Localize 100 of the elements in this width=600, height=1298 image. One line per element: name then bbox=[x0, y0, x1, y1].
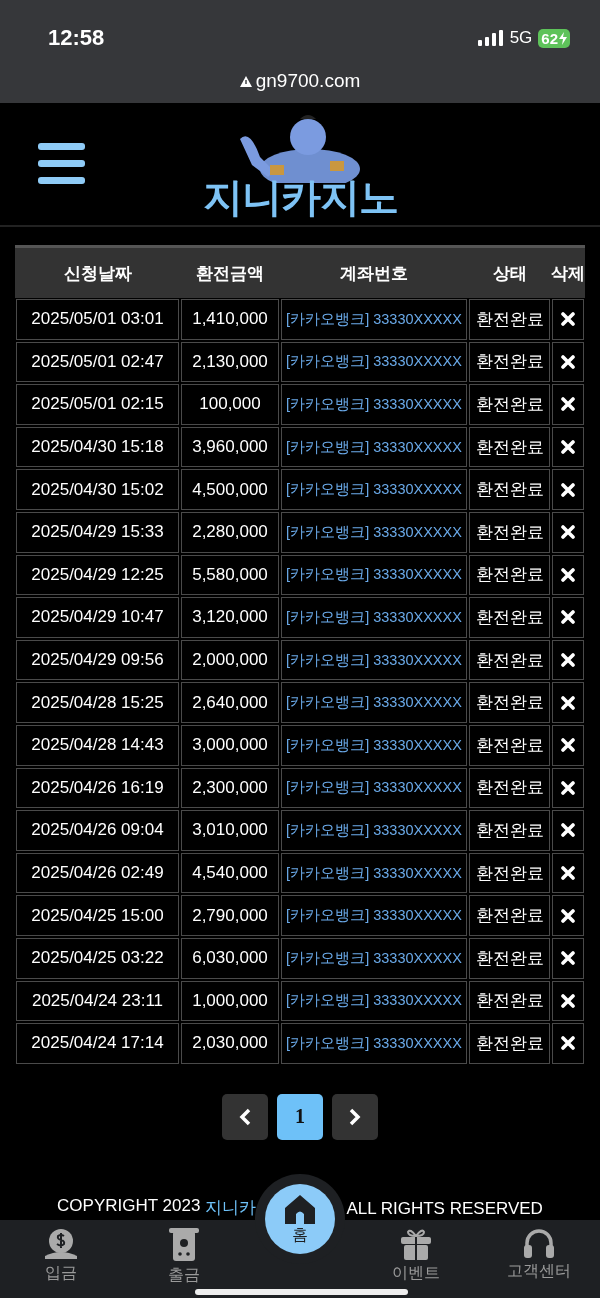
account-cell: [카카오뱅크] 33330XXXXX bbox=[281, 724, 467, 766]
atm-icon bbox=[168, 1228, 199, 1262]
status-cell: 환전완료 bbox=[469, 767, 550, 809]
date-cell: 2025/04/29 15:33 bbox=[16, 511, 179, 553]
date-cell: 2025/04/29 09:56 bbox=[16, 639, 179, 681]
status-cell: 환전완료 bbox=[469, 682, 550, 723]
nav-label: 출금 bbox=[167, 1265, 200, 1285]
account-cell: [카카오뱅크] 33330XXXXX bbox=[281, 384, 467, 425]
account-cell: [카카오뱅크] 33330XXXXX bbox=[281, 1023, 467, 1064]
amount-cell: 2,790,000 bbox=[181, 895, 279, 936]
account-cell: [카카오뱅크] 33330XXXXX bbox=[281, 980, 467, 1022]
status-cell: 환전완료 bbox=[469, 384, 550, 425]
delete-icon[interactable] bbox=[561, 951, 575, 966]
delete-icon[interactable] bbox=[561, 823, 575, 838]
url-text[interactable]: gn9700.com bbox=[255, 70, 361, 92]
delete-icon[interactable] bbox=[561, 525, 575, 540]
column-header: 삭제 bbox=[551, 262, 585, 285]
column-header: 신청날짜 bbox=[62, 262, 133, 285]
logo-text[interactable]: 지니카지노 bbox=[202, 175, 398, 219]
nav-tab[interactable]: 입금 bbox=[0, 1220, 123, 1298]
amount-cell: 5,580,000 bbox=[181, 554, 279, 596]
amount-cell: 2,000,000 bbox=[181, 639, 279, 681]
status-cell: 환전완료 bbox=[469, 852, 550, 894]
delete-icon[interactable] bbox=[561, 482, 575, 497]
delete-icon[interactable] bbox=[561, 1036, 575, 1051]
nav-tab[interactable]: 고객센터 bbox=[477, 1220, 600, 1298]
account-cell: [카카오뱅크] 33330XXXXX bbox=[281, 895, 467, 936]
account-cell: [카카오뱅크] 33330XXXXX bbox=[281, 597, 467, 638]
nav-tab[interactable]: 이벤트 bbox=[355, 1220, 478, 1298]
account-cell: [카카오뱅크] 33330XXXXX bbox=[281, 639, 467, 681]
amount-cell: 4,540,000 bbox=[181, 852, 279, 894]
account-cell: [카카오뱅크] 33330XXXXX bbox=[281, 767, 467, 809]
page-button[interactable]: 1 bbox=[277, 1093, 323, 1140]
status-cell: 환전완료 bbox=[469, 299, 550, 340]
amount-cell: 3,000,000 bbox=[181, 724, 279, 766]
delete-icon[interactable] bbox=[561, 695, 575, 710]
amount-cell: 2,640,000 bbox=[181, 682, 279, 723]
next-page-button[interactable] bbox=[332, 1093, 378, 1140]
brand-name: 지니카 bbox=[205, 1197, 257, 1219]
account-cell: [카카오뱅크] 33330XXXXX bbox=[281, 554, 467, 596]
delete-icon[interactable] bbox=[561, 866, 575, 880]
nav-label: 이벤트 bbox=[392, 1263, 441, 1283]
status-cell: 환전완료 bbox=[469, 724, 550, 766]
date-cell: 2025/04/28 14:43 bbox=[16, 724, 179, 766]
date-cell: 2025/04/26 09:04 bbox=[16, 810, 179, 851]
headset-icon bbox=[522, 1228, 555, 1258]
delete-icon[interactable] bbox=[561, 653, 575, 668]
delete-icon[interactable] bbox=[561, 993, 575, 1008]
date-cell: 2025/04/25 03:22 bbox=[16, 937, 179, 979]
charging-icon bbox=[559, 31, 567, 45]
amount-cell: 3,010,000 bbox=[181, 810, 279, 851]
status-cell: 환전완료 bbox=[469, 980, 550, 1022]
date-cell: 2025/04/24 17:14 bbox=[16, 1023, 179, 1064]
menu-icon[interactable] bbox=[38, 143, 85, 185]
delete-icon[interactable] bbox=[561, 567, 575, 582]
amount-cell: 2,280,000 bbox=[181, 511, 279, 553]
delete-icon[interactable] bbox=[561, 610, 575, 625]
date-cell: 2025/05/01 03:01 bbox=[16, 299, 179, 340]
account-cell: [카카오뱅크] 33330XXXXX bbox=[281, 682, 467, 723]
status-cell: 환전완료 bbox=[469, 937, 550, 979]
previous-page-button[interactable] bbox=[222, 1093, 268, 1140]
status-cell: 환전완료 bbox=[469, 895, 550, 936]
delete-icon[interactable] bbox=[561, 312, 575, 327]
nav-label: 고객센터 bbox=[506, 1261, 571, 1281]
delete-icon[interactable] bbox=[561, 397, 575, 412]
copyright-text: COPYRIGHT 2023 bbox=[57, 1196, 201, 1217]
amount-cell: 100,000 bbox=[181, 384, 279, 425]
chevron-right-icon bbox=[349, 1107, 361, 1126]
account-cell: [카카오뱅크] 33330XXXXX bbox=[281, 511, 467, 553]
status-cell: 환전완료 bbox=[469, 341, 550, 383]
amount-cell: 3,120,000 bbox=[181, 597, 279, 638]
delete-icon[interactable] bbox=[561, 780, 575, 795]
date-cell: 2025/04/29 12:25 bbox=[16, 554, 179, 596]
column-header: 환전금액 bbox=[195, 262, 265, 285]
gift-icon bbox=[400, 1228, 433, 1260]
nav-label: 홈 bbox=[292, 1224, 308, 1245]
account-cell: [카카오뱅크] 33330XXXXX bbox=[281, 852, 467, 894]
battery-level: 62 bbox=[538, 28, 570, 48]
column-header: 상태 bbox=[491, 262, 528, 285]
date-cell: 2025/04/28 15:25 bbox=[16, 682, 179, 723]
date-cell: 2025/04/26 16:19 bbox=[16, 767, 179, 809]
coin-bag-icon bbox=[44, 1228, 79, 1260]
home-icon bbox=[284, 1193, 316, 1224]
date-cell: 2025/04/25 15:00 bbox=[16, 895, 179, 936]
delete-icon[interactable] bbox=[561, 738, 575, 753]
date-cell: 2025/04/26 02:49 bbox=[16, 852, 179, 894]
delete-icon[interactable] bbox=[561, 440, 575, 455]
delete-icon[interactable] bbox=[561, 908, 575, 923]
amount-cell: 1,000,000 bbox=[181, 980, 279, 1022]
amount-cell: 2,130,000 bbox=[181, 341, 279, 383]
account-cell: [카카오뱅크] 33330XXXXX bbox=[281, 937, 467, 979]
account-cell: [카카오뱅크] 33330XXXXX bbox=[281, 299, 467, 340]
account-cell: [카카오뱅크] 33330XXXXX bbox=[281, 341, 467, 383]
delete-icon[interactable] bbox=[561, 354, 575, 369]
clock-time: 12:58 bbox=[48, 25, 106, 51]
amount-cell: 4,500,000 bbox=[181, 469, 279, 510]
amount-cell: 1,410,000 bbox=[181, 299, 279, 340]
date-cell: 2025/04/30 15:02 bbox=[16, 469, 179, 510]
signal-icon bbox=[477, 30, 504, 46]
status-cell: 환전완료 bbox=[469, 469, 550, 510]
